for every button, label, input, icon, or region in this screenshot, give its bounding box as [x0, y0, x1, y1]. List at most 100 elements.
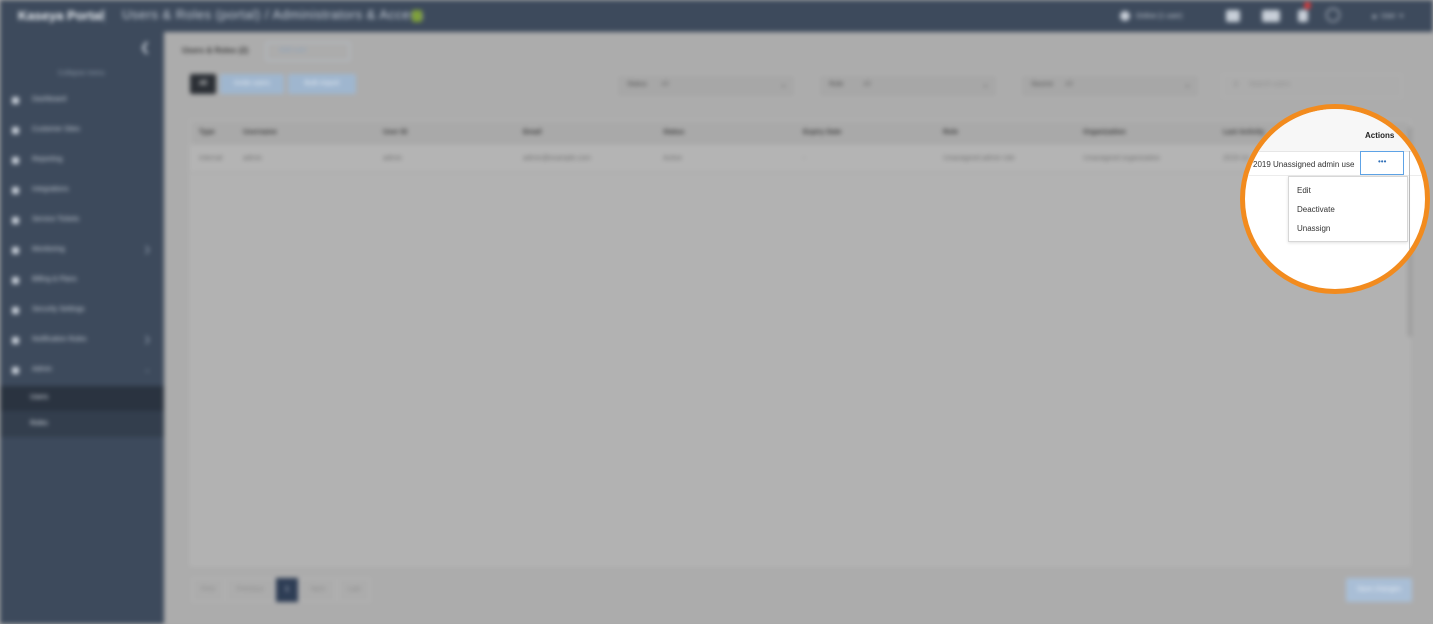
- row-actions-button[interactable]: •••: [1360, 151, 1404, 175]
- ticket-icon: [12, 217, 19, 224]
- sidebar-item-notification-rules[interactable]: Notification Rules ❯: [0, 326, 164, 356]
- table-cell: admin: [243, 155, 263, 162]
- sidebar-item-customer-sites[interactable]: Customer Sites: [0, 116, 164, 146]
- menu-item-deactivate[interactable]: Deactivate: [1297, 205, 1335, 214]
- filter-label: Source: [1031, 81, 1054, 88]
- save-changes-button[interactable]: Save changes: [1346, 578, 1412, 602]
- monitor-icon: [12, 247, 19, 254]
- chevron-down-icon: ⌄: [1184, 80, 1191, 89]
- column-header[interactable]: User ID: [383, 129, 408, 136]
- table-cell: -: [803, 155, 806, 162]
- mail-icon[interactable]: [1262, 10, 1280, 22]
- help-icon[interactable]: [1326, 8, 1340, 22]
- search-input[interactable]: ⚲ Search users: [1222, 74, 1402, 98]
- sidebar-item-label: Integrations: [32, 186, 69, 193]
- all-filter-button[interactable]: All: [190, 74, 216, 94]
- notification-badge: [1304, 2, 1311, 9]
- globe-icon: [1120, 11, 1130, 21]
- sidebar-item-label: Security Settings: [32, 306, 85, 313]
- column-divider: [1409, 151, 1410, 251]
- sidebar-subitem-label: Users: [30, 394, 49, 401]
- top-bar: Kaseya Portal Users & Roles (portal) / A…: [0, 0, 1433, 32]
- more-icon: •••: [1378, 157, 1387, 166]
- bulk-import-button[interactable]: Bulk import: [288, 74, 356, 94]
- chevron-down-icon: ⌄: [982, 80, 989, 89]
- bell-icon[interactable]: [1298, 10, 1308, 22]
- source-filter[interactable]: Source All ⌄: [1020, 74, 1200, 98]
- breadcrumb: Users & Roles (portal) / Administrators …: [122, 7, 425, 22]
- sidebar-item-security[interactable]: Security Settings: [0, 296, 164, 326]
- sidebar-item-label: Service Tickets: [32, 216, 80, 223]
- sidebar-subitem-roles[interactable]: Roles: [0, 412, 164, 437]
- table-cell: Unassigned organization: [1083, 155, 1161, 162]
- sidebar-item-label: Monitoring: [32, 246, 65, 253]
- search-placeholder: Search users: [1249, 81, 1291, 88]
- sidebar-item-label: Reporting: [32, 156, 63, 163]
- user-menu[interactable]: ● User ▾: [1372, 0, 1403, 32]
- blurred-background: Kaseya Portal Users & Roles (portal) / A…: [0, 0, 1433, 624]
- table-cell: Unassigned admin role: [943, 155, 1015, 162]
- sidebar-item-reporting[interactable]: Reporting: [0, 146, 164, 176]
- add-user-tab-label: Add user: [279, 47, 308, 54]
- role-filter[interactable]: Role All ⌄: [818, 74, 998, 98]
- table-cell: admin@example.com: [523, 155, 591, 162]
- menu-item-unassign[interactable]: Unassign: [1297, 224, 1330, 233]
- sidebar-item-label: Dashboard: [32, 96, 67, 103]
- actions-column-header: Actions: [1365, 131, 1395, 140]
- menu-item-edit[interactable]: Edit: [1297, 186, 1311, 195]
- invite-users-button[interactable]: Invite users: [220, 74, 284, 94]
- column-header[interactable]: Role: [943, 129, 958, 136]
- collapse-sidebar-icon[interactable]: ❮: [140, 40, 150, 54]
- sidebar-item-monitoring[interactable]: Monitoring ❯: [0, 236, 164, 266]
- table-cell: 2019 Un: [1223, 155, 1250, 162]
- sidebar: ❮ Collapse menu Dashboard Customer Sites…: [0, 32, 164, 624]
- gear-icon: [12, 367, 19, 374]
- column-header[interactable]: Email: [523, 129, 542, 136]
- breadcrumb-status-icon: [412, 10, 422, 22]
- sidebar-item-label: Billing & Plans: [32, 276, 77, 283]
- table-cell: Active: [663, 155, 683, 162]
- column-header[interactable]: Organization: [1083, 129, 1126, 136]
- sidebar-item-billing[interactable]: Billing & Plans: [0, 266, 164, 296]
- sidebar-subitem-users[interactable]: Users: [0, 386, 164, 411]
- table-cell: Internal: [199, 155, 223, 162]
- chevron-right-icon: ❯: [144, 245, 151, 254]
- filter-value: All: [863, 81, 871, 88]
- home-icon: [12, 97, 19, 104]
- table-cell: admin: [383, 155, 403, 162]
- add-user-tab[interactable]: Add user: [266, 42, 350, 61]
- page-previous-button[interactable]: Previous: [226, 578, 274, 602]
- magnified-last-activity-cell: 2019 Unassigned admin use: [1253, 160, 1355, 169]
- users-table: Type Username User ID Email Status Expir…: [190, 120, 1410, 566]
- sidebar-item-integrations[interactable]: Integrations: [0, 176, 164, 206]
- sidebar-item-admin[interactable]: Admin ⌄: [0, 356, 164, 386]
- online-users-chip[interactable]: Online (1 user): [1120, 0, 1182, 32]
- page-number-button[interactable]: 1: [276, 578, 298, 602]
- sidebar-item-dashboard[interactable]: Dashboard: [0, 86, 164, 116]
- column-header[interactable]: Expiry Date: [803, 129, 842, 136]
- home-icon[interactable]: [1226, 10, 1240, 22]
- page-first-button[interactable]: First: [192, 578, 224, 602]
- admin-submenu: Users Roles: [0, 386, 164, 437]
- filter-value: All: [661, 81, 669, 88]
- table-row[interactable]: Internal admin admin admin@example.com A…: [191, 146, 1409, 173]
- app-brand[interactable]: Kaseya Portal: [18, 8, 104, 23]
- search-icon: ⚲: [1233, 80, 1239, 89]
- users-icon: [12, 127, 19, 134]
- sidebar-hint: Collapse menu: [58, 70, 105, 77]
- sidebar-item-service-tickets[interactable]: Service Tickets: [0, 206, 164, 236]
- chevron-down-icon: ⌄: [144, 365, 151, 374]
- status-filter[interactable]: Status All ⌄: [616, 74, 796, 98]
- chevron-down-icon: ⌄: [780, 80, 787, 89]
- column-header[interactable]: Status: [663, 129, 684, 136]
- chevron-right-icon: ❯: [144, 335, 151, 344]
- page-last-button[interactable]: Last: [338, 578, 370, 602]
- user-avatar-icon: ●: [1372, 11, 1377, 21]
- column-header[interactable]: Type: [199, 129, 215, 136]
- table-header: Type Username User ID Email Status Expir…: [191, 121, 1409, 146]
- bell-icon: [12, 337, 19, 344]
- filter-value: All: [1065, 81, 1073, 88]
- column-header[interactable]: Username: [243, 129, 277, 136]
- page-next-button[interactable]: Next: [300, 578, 336, 602]
- card-icon: [12, 277, 19, 284]
